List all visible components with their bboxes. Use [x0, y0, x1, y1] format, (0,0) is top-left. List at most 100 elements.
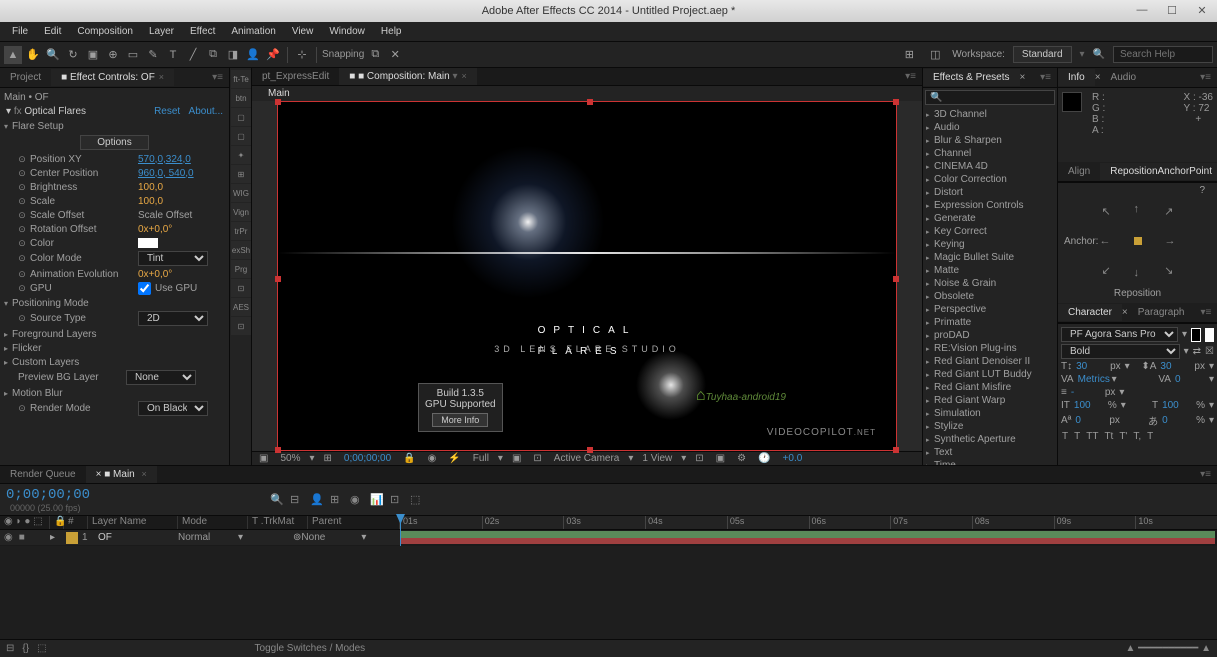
- tab-render-queue[interactable]: Render Queue: [0, 466, 86, 483]
- playhead[interactable]: [400, 516, 401, 546]
- view-dropdown[interactable]: 1 View: [639, 453, 675, 464]
- tl-shy-icon[interactable]: 👤: [310, 493, 324, 507]
- toggle-switches[interactable]: Toggle Switches / Modes: [255, 643, 366, 654]
- panel-menu-icon[interactable]: ▾≡: [206, 72, 229, 83]
- strip-5[interactable]: ⊞: [231, 165, 251, 183]
- fill-color[interactable]: [1191, 328, 1201, 342]
- param-value[interactable]: 100,0: [138, 182, 163, 193]
- effects-category[interactable]: ▸Perspective: [924, 303, 1056, 316]
- hand-tool[interactable]: ✋: [24, 46, 42, 64]
- rotate-tool[interactable]: ↻: [64, 46, 82, 64]
- no-color-icon[interactable]: ☒: [1205, 346, 1214, 357]
- layer-name[interactable]: OF: [98, 532, 178, 543]
- strip-3[interactable]: ▢: [231, 127, 251, 145]
- timecode-display[interactable]: 0;00;00;00: [341, 453, 394, 464]
- text-transform-icon[interactable]: TT: [1086, 431, 1098, 442]
- effects-category[interactable]: ▸Generate: [924, 212, 1056, 225]
- type-tool[interactable]: T: [164, 46, 182, 64]
- effects-category[interactable]: ▸Key Correct: [924, 225, 1056, 238]
- about-link[interactable]: About...: [189, 106, 223, 117]
- param-dropdown[interactable]: Tint: [138, 251, 208, 266]
- res-icon[interactable]: ⊞: [321, 453, 335, 464]
- workspace-dropdown[interactable]: Standard: [1013, 46, 1072, 63]
- effects-category[interactable]: ▸Synthetic Aperture: [924, 433, 1056, 446]
- effects-category[interactable]: ▸RE:Vision Plug-ins: [924, 342, 1056, 355]
- motionblur-group[interactable]: Motion Blur: [12, 388, 63, 399]
- ruler-mark[interactable]: 10s: [1135, 516, 1217, 529]
- text-transform-icon[interactable]: T: [1062, 431, 1068, 442]
- layer-mode[interactable]: Normal: [178, 532, 238, 543]
- reset-link[interactable]: Reset: [154, 106, 180, 117]
- effects-category[interactable]: ▸Red Giant Warp: [924, 394, 1056, 407]
- effects-category[interactable]: ▸Red Giant Misfire: [924, 381, 1056, 394]
- kerning[interactable]: Metrics: [1078, 374, 1108, 385]
- strip-exsh[interactable]: exSh: [231, 241, 251, 259]
- text-transform-icon[interactable]: T: [1147, 431, 1153, 442]
- effects-category[interactable]: ▸Obsolete: [924, 290, 1056, 303]
- zoom-dropdown[interactable]: 50%: [277, 453, 303, 464]
- ruler-mark[interactable]: 08s: [972, 516, 1054, 529]
- ruler-mark[interactable]: 09s: [1054, 516, 1136, 529]
- effects-category[interactable]: ▸Audio: [924, 121, 1056, 134]
- options-button[interactable]: Options: [80, 135, 148, 150]
- effects-category[interactable]: ▸CINEMA 4D: [924, 160, 1056, 173]
- strip-13[interactable]: ⊡: [231, 317, 251, 335]
- expand-icon[interactable]: ⊟: [6, 643, 14, 654]
- minimize-button[interactable]: —: [1127, 0, 1157, 20]
- cube-icon[interactable]: ◫: [926, 46, 944, 64]
- color-swatch[interactable]: [138, 238, 158, 248]
- text-transform-icon[interactable]: T,: [1133, 431, 1141, 442]
- tab-effects-presets[interactable]: Effects & Presets: [923, 69, 1020, 86]
- shape-tool[interactable]: ▭: [124, 46, 142, 64]
- pen-tool[interactable]: ✎: [144, 46, 162, 64]
- effects-category[interactable]: ▸Time: [924, 459, 1056, 465]
- strip-aes[interactable]: AES: [231, 298, 251, 316]
- strip-ft[interactable]: ft-Te: [231, 70, 251, 88]
- effects-category[interactable]: ▸Magic Bullet Suite: [924, 251, 1056, 264]
- ruler-mark[interactable]: 06s: [809, 516, 891, 529]
- tl-blur-icon[interactable]: ◉: [350, 493, 364, 507]
- tl-fx-icon[interactable]: ⊞: [330, 493, 344, 507]
- effects-category[interactable]: ▸Blur & Sharpen: [924, 134, 1056, 147]
- tab-express[interactable]: pt_ExpressEdit: [252, 68, 339, 85]
- strip-trpr[interactable]: trPr: [231, 222, 251, 240]
- clone-tool[interactable]: ⧉: [204, 46, 222, 64]
- resolution-dropdown[interactable]: Full: [470, 453, 492, 464]
- more-info-button[interactable]: More Info: [432, 413, 488, 427]
- effects-category[interactable]: ▸Red Giant LUT Buddy: [924, 368, 1056, 381]
- param-value[interactable]: 960,0, 540,0: [138, 168, 194, 179]
- anchor-grid[interactable]: ↖↑↗ ←→ ↙↓↘: [1108, 211, 1168, 271]
- camera-dropdown[interactable]: Active Camera: [551, 453, 623, 464]
- menu-help[interactable]: Help: [373, 24, 410, 39]
- effects-category[interactable]: ▸Distort: [924, 186, 1056, 199]
- strip-2[interactable]: ▢: [231, 108, 251, 126]
- effect-name[interactable]: Optical Flares: [24, 106, 86, 117]
- effects-category[interactable]: ▸Keying: [924, 238, 1056, 251]
- strip-11[interactable]: ⊡: [231, 279, 251, 297]
- custom-group[interactable]: Custom Layers: [12, 357, 79, 368]
- search-help-input[interactable]: [1113, 46, 1213, 63]
- font-family-dropdown[interactable]: PF Agora Sans Pro: [1061, 327, 1178, 342]
- maximize-button[interactable]: ☐: [1157, 0, 1187, 20]
- snap-icon[interactable]: ⧉: [366, 46, 384, 64]
- tracking[interactable]: 0: [1175, 374, 1205, 385]
- param-value[interactable]: Scale Offset: [138, 210, 192, 221]
- flare-setup-group[interactable]: Flare Setup: [12, 121, 64, 132]
- effects-category[interactable]: ▸Red Giant Denoiser II: [924, 355, 1056, 368]
- param-value[interactable]: 100,0: [138, 196, 163, 207]
- param-checkbox[interactable]: [138, 282, 151, 295]
- foreground-group[interactable]: Foreground Layers: [12, 329, 97, 340]
- strip-vign[interactable]: Vign: [231, 203, 251, 221]
- tab-info[interactable]: Info: [1058, 69, 1095, 86]
- ruler-mark[interactable]: 04s: [645, 516, 727, 529]
- menu-window[interactable]: Window: [321, 24, 373, 39]
- tl-comp-icon[interactable]: ⊟: [290, 493, 304, 507]
- menu-effect[interactable]: Effect: [182, 24, 223, 39]
- baseline[interactable]: 0: [1075, 415, 1105, 426]
- menu-animation[interactable]: Animation: [223, 24, 283, 39]
- text-transform-icon[interactable]: T': [1119, 431, 1127, 442]
- param-value[interactable]: 0x+0,0°: [138, 224, 172, 235]
- strip-wig[interactable]: WIG: [231, 184, 251, 202]
- ruler-mark[interactable]: 02s: [482, 516, 564, 529]
- tab-align[interactable]: Align: [1058, 163, 1100, 180]
